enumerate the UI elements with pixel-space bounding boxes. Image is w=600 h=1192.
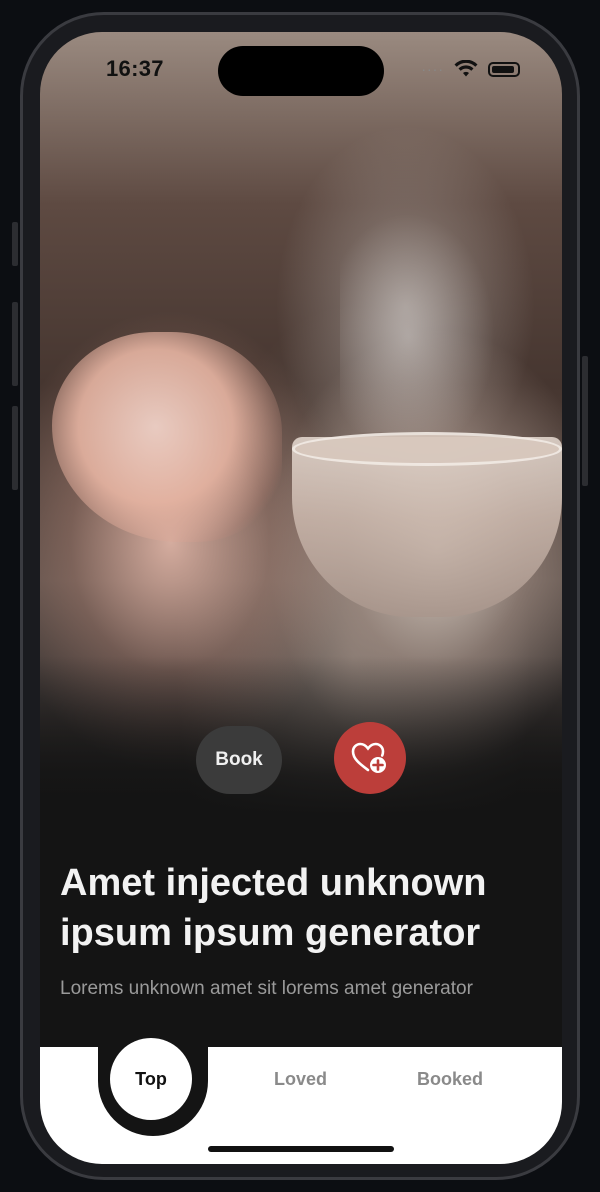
love-button[interactable]: [334, 722, 406, 794]
battery-icon: [488, 61, 520, 77]
signal-dots-icon: ····: [421, 61, 444, 77]
page-subtitle: Lorems unknown amet sit lorems amet gene…: [60, 978, 473, 999]
volume-down-button: [12, 406, 18, 490]
wifi-icon: [454, 60, 478, 77]
tab-loved[interactable]: Loved: [274, 1069, 327, 1090]
home-indicator[interactable]: [208, 1146, 394, 1152]
app-screen: 16:37 ···· Book Amet injected unknown ip…: [40, 32, 562, 1164]
tab-booked[interactable]: Booked: [417, 1069, 483, 1090]
book-button[interactable]: Book: [196, 726, 282, 794]
steam-shape: [340, 192, 510, 432]
heart-plus-icon: [351, 742, 386, 773]
hero-image: [40, 32, 562, 816]
status-time: 16:37: [106, 56, 164, 81]
volume-up-button: [12, 302, 18, 386]
mute-switch: [12, 222, 18, 266]
tab-top[interactable]: Top: [110, 1038, 192, 1120]
page-title: Amet injected unknown ipsum ipsum genera…: [60, 862, 487, 954]
power-button: [582, 356, 588, 486]
teacup-rim: [292, 432, 562, 466]
dynamic-island: [218, 46, 384, 96]
image-fade: [40, 656, 562, 816]
status-icons: ····: [421, 60, 520, 78]
flower-shape: [52, 332, 282, 542]
